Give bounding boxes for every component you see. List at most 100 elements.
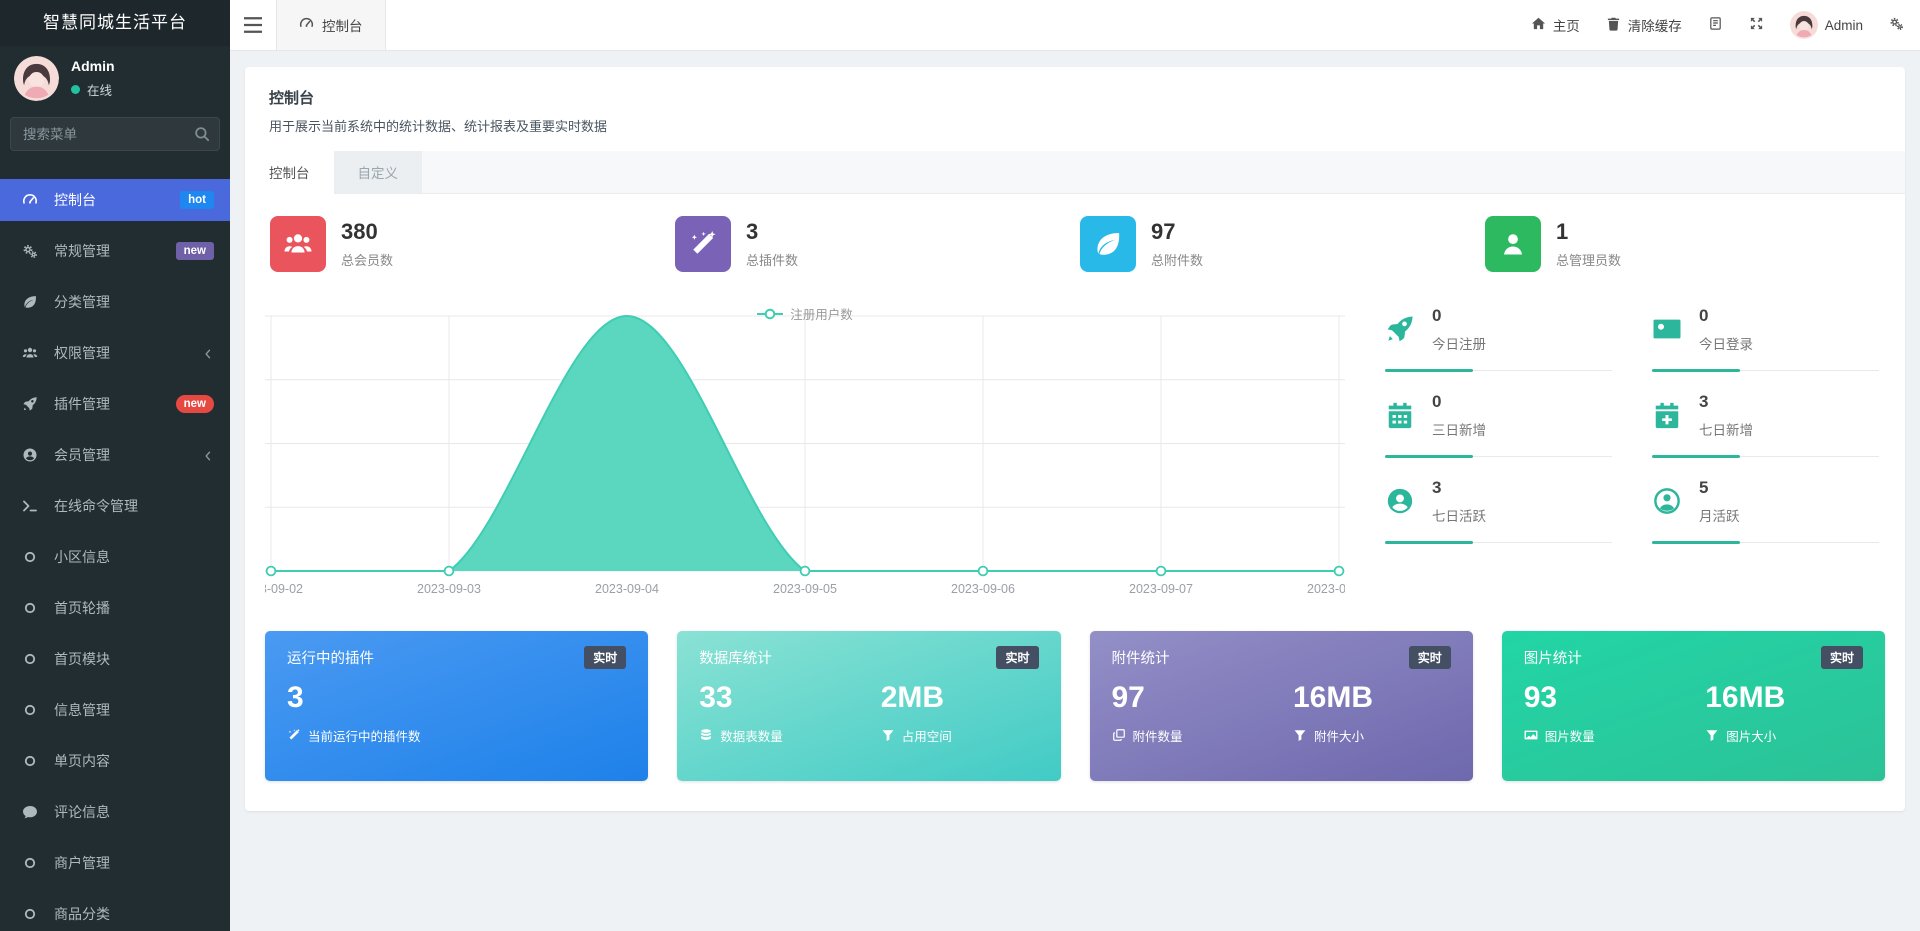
card-metric: 93图片数量 xyxy=(1524,681,1705,745)
quick-stat-month-active: 5月活跃 xyxy=(1652,472,1885,558)
terminal-icon xyxy=(22,498,42,514)
panel-tabs: 控制台自定义 xyxy=(245,151,1905,194)
sidebar-item-module[interactable]: 首页模块 xyxy=(0,638,230,680)
dashboard-icon xyxy=(22,192,42,208)
sidebar-item-addon[interactable]: 插件管理new xyxy=(0,383,230,425)
sidebar-item-banner[interactable]: 首页轮播 xyxy=(0,587,230,629)
home-icon xyxy=(1531,16,1546,34)
sidebar-item-label: 首页模块 xyxy=(54,649,214,669)
sidebar-toggle-button[interactable] xyxy=(230,0,276,50)
calendar-icon xyxy=(1385,400,1417,432)
clear-cache-button[interactable]: 清除缓存 xyxy=(1606,15,1682,35)
sidebar-item-label: 单页内容 xyxy=(54,751,214,771)
document-icon xyxy=(1708,16,1723,34)
rocket-icon xyxy=(1385,314,1417,346)
home-link[interactable]: 主页 xyxy=(1531,15,1580,35)
user-circle-outline-icon xyxy=(1652,486,1684,518)
quick-stat-value: 3 xyxy=(1432,478,1486,498)
sidebar-item-dashboard[interactable]: 控制台hot xyxy=(0,179,230,221)
calendar-plus-icon xyxy=(1652,400,1684,432)
search-icon[interactable] xyxy=(193,125,211,143)
quick-stat-value: 0 xyxy=(1699,306,1753,326)
sidebar-item-label: 商品分类 xyxy=(54,904,214,924)
stat-total-members: 380总会员数 xyxy=(265,216,670,272)
circle-icon xyxy=(22,549,42,565)
circle-icon xyxy=(22,651,42,667)
leaf-icon xyxy=(1080,216,1136,272)
card-metric: 97附件数量 xyxy=(1112,681,1293,745)
card-metric-label: 附件数量 xyxy=(1133,726,1183,745)
summary-cards-row: 运行中的插件实时3当前运行中的插件数数据库统计实时33数据表数量2MB占用空间附… xyxy=(265,631,1885,781)
registered-users-chart: 注册用户数 2023-09-022023-09-032023-09-042023… xyxy=(265,300,1345,605)
chart-legend[interactable]: 注册用户数 xyxy=(265,304,1345,323)
quick-stat-label: 七日新增 xyxy=(1699,419,1753,439)
card-metric: 2MB占用空间 xyxy=(881,681,1039,745)
user-icon xyxy=(1485,216,1541,272)
sidebar-item-auth[interactable]: 权限管理 xyxy=(0,332,230,374)
panel-tab[interactable]: 控制台 xyxy=(245,151,334,194)
card-running-addons: 运行中的插件实时3当前运行中的插件数 xyxy=(265,631,648,781)
sidebar-item-page[interactable]: 单页内容 xyxy=(0,740,230,782)
topbar-right: 主页 清除缓存 Admin xyxy=(1531,0,1920,50)
gears-icon xyxy=(22,243,42,259)
sidebar-search xyxy=(10,117,220,151)
quick-stat-today-register: 0 今日注册 xyxy=(1385,300,1618,386)
menu-search-input[interactable] xyxy=(10,117,220,151)
quick-stat-value: 3 xyxy=(1699,392,1753,412)
sidebar-item-member[interactable]: 会员管理 xyxy=(0,434,230,476)
sidebar-item-command[interactable]: 在线命令管理 xyxy=(0,485,230,527)
circle-icon xyxy=(22,702,42,718)
quick-stat-underline xyxy=(1652,541,1885,544)
sidebar-item-category[interactable]: 分类管理 xyxy=(0,281,230,323)
sidebar-item-community[interactable]: 小区信息 xyxy=(0,536,230,578)
users-icon xyxy=(270,216,326,272)
log-button[interactable] xyxy=(1708,16,1723,34)
sidebar-item-label: 小区信息 xyxy=(54,547,214,567)
svg-text:2023-09-08: 2023-09-08 xyxy=(1307,582,1345,596)
card-image-stats: 图片统计实时93图片数量16MB图片大小 xyxy=(1502,631,1885,781)
svg-text:2023-09-05: 2023-09-05 xyxy=(773,582,837,596)
circle-icon xyxy=(22,906,42,922)
card-database-stats: 数据库统计实时33数据表数量2MB占用空间 xyxy=(677,631,1060,781)
realtime-badge: 实时 xyxy=(996,646,1038,669)
user-menu[interactable]: Admin xyxy=(1790,11,1863,39)
sidebar-item-general[interactable]: 常规管理new xyxy=(0,230,230,272)
settings-button[interactable] xyxy=(1889,16,1904,34)
card-title: 附件统计 xyxy=(1112,647,1170,668)
user-circle-solid-icon xyxy=(1385,486,1417,518)
magic-icon xyxy=(287,728,301,742)
sidebar-item-merchant[interactable]: 商户管理 xyxy=(0,842,230,884)
chevron-left-icon xyxy=(202,449,214,461)
legend-marker-icon xyxy=(757,308,783,320)
magic-icon xyxy=(675,216,731,272)
main-content: 控制台 用于展示当前系统中的统计数据、统计报表及重要实时数据 控制台自定义 38… xyxy=(230,51,1920,931)
card-metric-value: 33 xyxy=(699,681,880,716)
sidebar-item-label: 在线命令管理 xyxy=(54,496,214,516)
tab-dashboard[interactable]: 控制台 xyxy=(276,0,386,50)
sidebar-item-information[interactable]: 信息管理 xyxy=(0,689,230,731)
quick-stat-label: 月活跃 xyxy=(1699,505,1740,525)
quick-stat-label: 今日注册 xyxy=(1432,333,1486,353)
middle-row: 注册用户数 2023-09-022023-09-032023-09-042023… xyxy=(265,300,1885,605)
quick-stat-value: 0 xyxy=(1432,306,1486,326)
circle-icon xyxy=(22,600,42,616)
user-avatar[interactable] xyxy=(14,56,59,101)
sidebar-item-label: 常规管理 xyxy=(54,241,176,261)
panel-tab[interactable]: 自定义 xyxy=(334,151,423,193)
badge-new: new xyxy=(176,242,214,260)
stat-label: 总会员数 xyxy=(341,250,393,269)
page-subtitle: 用于展示当前系统中的统计数据、统计报表及重要实时数据 xyxy=(269,116,1881,135)
badge-new: new xyxy=(176,395,214,413)
page-title: 控制台 xyxy=(269,87,1881,108)
sidebar-item-goods-category[interactable]: 商品分类 xyxy=(0,893,230,931)
quick-stat-seven-day-active: 3七日活跃 xyxy=(1385,472,1618,558)
sidebar-item-comment[interactable]: 评论信息 xyxy=(0,791,230,833)
quick-stat-label: 三日新增 xyxy=(1432,419,1486,439)
stat-total-addons: 3总插件数 xyxy=(670,216,1075,272)
realtime-badge: 实时 xyxy=(1821,646,1863,669)
gears-icon xyxy=(1889,16,1904,34)
card-metric-label: 图片数量 xyxy=(1545,726,1595,745)
sidebar-item-label: 商户管理 xyxy=(54,853,214,873)
svg-text:2023-09-06: 2023-09-06 xyxy=(951,582,1015,596)
fullscreen-button[interactable] xyxy=(1749,16,1764,34)
